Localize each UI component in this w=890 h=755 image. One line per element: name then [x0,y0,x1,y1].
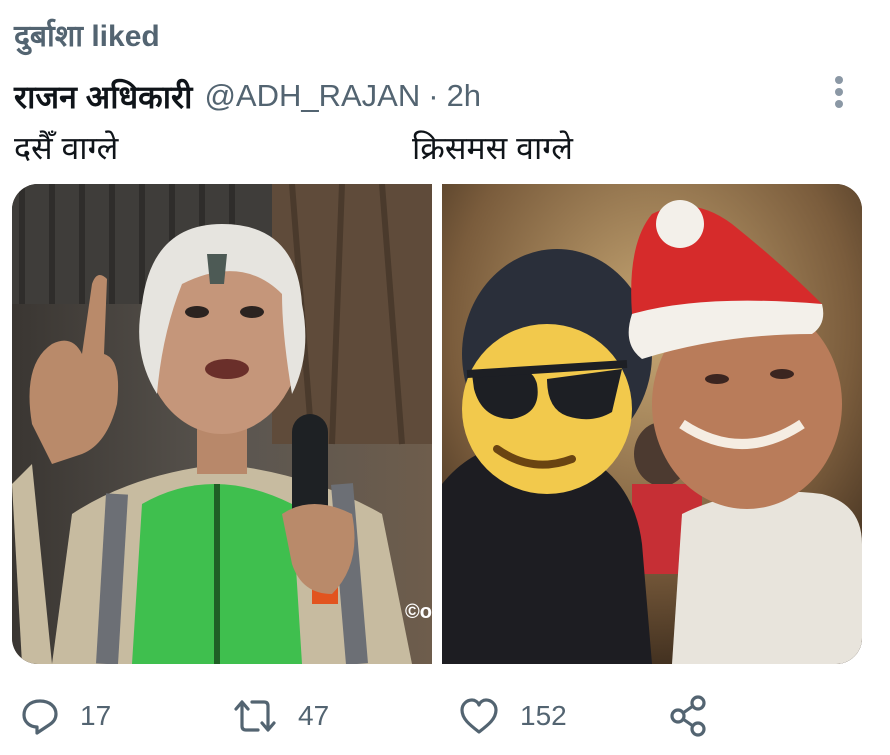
retweet-icon [234,700,276,732]
reply-icon [22,699,58,735]
tweet-header: राजन अधिकारी @ADH_RAJAN · 2h [14,76,481,116]
reply-button[interactable]: 17 [20,690,111,742]
left-photo-illustration [12,184,432,664]
media-image-left[interactable]: ©o [12,184,432,664]
author-name[interactable]: राजन अधिकारी [14,75,192,118]
image-watermark: ©o [405,601,432,623]
tweet-text-left: दसैँ वाग्ले [14,130,119,166]
share-icon [670,695,706,737]
tweet-card[interactable]: दुर्बाशा liked राजन अधिकारी @ADH_RAJAN ·… [0,0,890,755]
media-image-right[interactable] [442,184,862,664]
sunglasses-emoji-icon [462,324,632,494]
retweet-count: 47 [298,700,330,731]
author-handle[interactable]: @ADH_RAJAN [204,78,420,114]
heart-icon [460,698,498,734]
timestamp[interactable]: 2h [447,78,481,114]
separator-dot: · [428,78,439,113]
retweet-button[interactable]: 47 [232,690,329,742]
reply-count: 17 [80,700,112,731]
tweet-text-right: क्रिसमस वाग्ले [412,130,573,166]
like-count: 152 [520,700,567,731]
social-context-label: दुर्बाशा liked [14,20,160,53]
like-button[interactable]: 152 [458,690,567,742]
share-button[interactable] [668,690,710,742]
more-vertical-icon [835,76,843,108]
more-options-button[interactable] [822,72,856,112]
right-photo-illustration [442,184,862,664]
tweet-action-bar: 17 47 152 [0,690,890,742]
